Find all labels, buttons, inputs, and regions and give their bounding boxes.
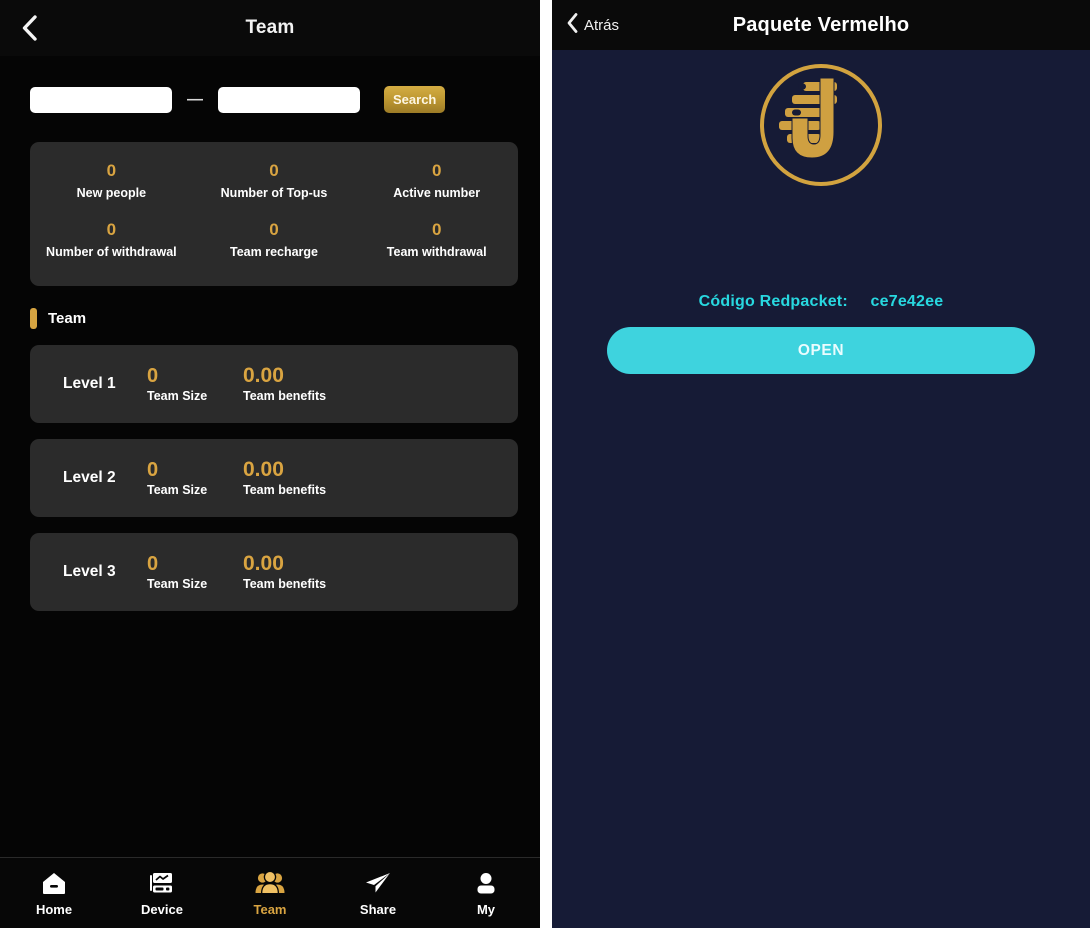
stat-label: Active number [393,186,481,200]
stats-row-1: 0 New people 0 Number of Top-us 0 Active… [30,160,518,201]
chevron-left-icon [21,14,38,42]
stats-card: 0 New people 0 Number of Top-us 0 Active… [30,142,518,286]
stat-value: 0 [269,220,279,239]
level-name: Level 2 [63,469,116,486]
paper-plane-icon [363,869,393,897]
tab-team[interactable]: Team [216,869,324,917]
back-button[interactable]: Atrás [566,0,619,50]
page-title: Paquete Vermelho [732,13,910,36]
level-team-size: 0 Team Size [147,365,243,403]
section-accent-bar [30,308,37,329]
level-benefits-label: Team benefits [243,577,327,591]
tab-my[interactable]: My [432,869,540,917]
level-size-value: 0 [147,365,159,387]
level-row[interactable]: Level 1 0 Team Size 0.00 Team benefits [30,345,518,423]
level-team-benefits: 0.00 Team benefits [243,552,327,592]
team-people-icon [254,869,286,897]
stat-value: 0 [269,161,279,180]
search-to-input[interactable] [218,86,360,113]
chevron-left-icon [566,12,579,39]
page-title: Team [245,17,295,38]
redpacket-code-line: Código Redpacket: ce7e42ee [552,293,1090,311]
level-size-label: Team Size [147,577,208,591]
stat-label: New people [76,186,147,200]
app-screen: Team — Search 0 New people 0 Number of T… [0,0,1090,928]
stat-value: 0 [106,220,117,239]
stat-number-of-top-us: 0 Number of Top-us [193,160,356,201]
tab-home[interactable]: Home [0,869,108,917]
search-button[interactable]: Search [384,86,446,113]
open-button[interactable]: OPEN [607,327,1035,374]
device-icon [147,869,177,897]
level-size-value: 0 [147,459,159,481]
level-benefits-value: 0.00 [243,364,284,387]
level-team-benefits: 0.00 Team benefits [243,458,327,498]
stat-team-recharge: 0 Team recharge [193,219,356,260]
level-size-label: Team Size [147,483,208,497]
stat-active-number: 0 Active number [355,160,518,201]
tab-label: Home [35,902,73,917]
stat-label: Number of Top-us [220,186,328,200]
tab-label: Device [141,902,183,917]
user-profile-icon [471,869,501,897]
back-button[interactable] [14,12,44,44]
level-benefits-value: 0.00 [243,552,284,575]
level-size-value: 0 [147,553,159,575]
level-size-label: Team Size [147,389,208,403]
home-icon [39,869,69,897]
level-team-benefits: 0.00 Team benefits [243,364,327,404]
level-benefits-value: 0.00 [243,458,284,481]
level-row[interactable]: Level 2 0 Team Size 0.00 Team benefits [30,439,518,517]
level-name: Level 3 [63,563,116,580]
team-panel: Team — Search 0 New people 0 Number of T… [0,0,540,928]
stat-value: 0 [431,161,442,180]
tab-label: My [476,902,496,917]
stat-value: 0 [106,161,117,180]
tab-share[interactable]: Share [324,869,432,917]
tab-label: Share [359,902,397,917]
bottom-tab-bar: Home Device Team Share My [0,857,540,928]
stats-row-2: 0 Number of withdrawal 0 Team recharge 0… [30,219,518,260]
stat-number-of-withdrawal: 0 Number of withdrawal [30,219,193,260]
level-benefits-label: Team benefits [243,483,327,497]
stat-label: Team withdrawal [386,245,487,259]
stat-label: Number of withdrawal [46,245,177,259]
team-header: Team [0,0,540,56]
stat-label: Team recharge [230,245,319,259]
search-row: — Search [0,56,540,113]
redpacket-header: Atrás Paquete Vermelho [552,0,1090,50]
redpacket-code-label: Código Redpacket: [698,293,848,310]
tab-device[interactable]: Device [108,869,216,917]
brand-u-logo [760,64,882,186]
range-separator: — [187,90,203,108]
redpacket-code-value: ce7e42ee [870,293,944,310]
level-name: Level 1 [63,375,116,392]
back-label: Atrás [584,16,620,34]
tab-label: Team [253,902,287,917]
level-team-size: 0 Team Size [147,459,243,497]
redpacket-panel: Atrás Paquete Vermelho Código Redpacket:… [552,0,1090,928]
panel-divider [540,0,552,928]
stat-new-people: 0 New people [30,160,193,201]
brand-logo [552,60,1090,190]
level-row[interactable]: Level 3 0 Team Size 0.00 Team benefits [30,533,518,611]
team-section-header: Team [30,308,540,329]
level-benefits-label: Team benefits [243,389,327,403]
search-from-input[interactable] [30,86,172,113]
level-team-size: 0 Team Size [147,553,243,591]
stat-team-withdrawal: 0 Team withdrawal [355,219,518,260]
section-title: Team [48,310,87,327]
stat-value: 0 [431,220,442,239]
